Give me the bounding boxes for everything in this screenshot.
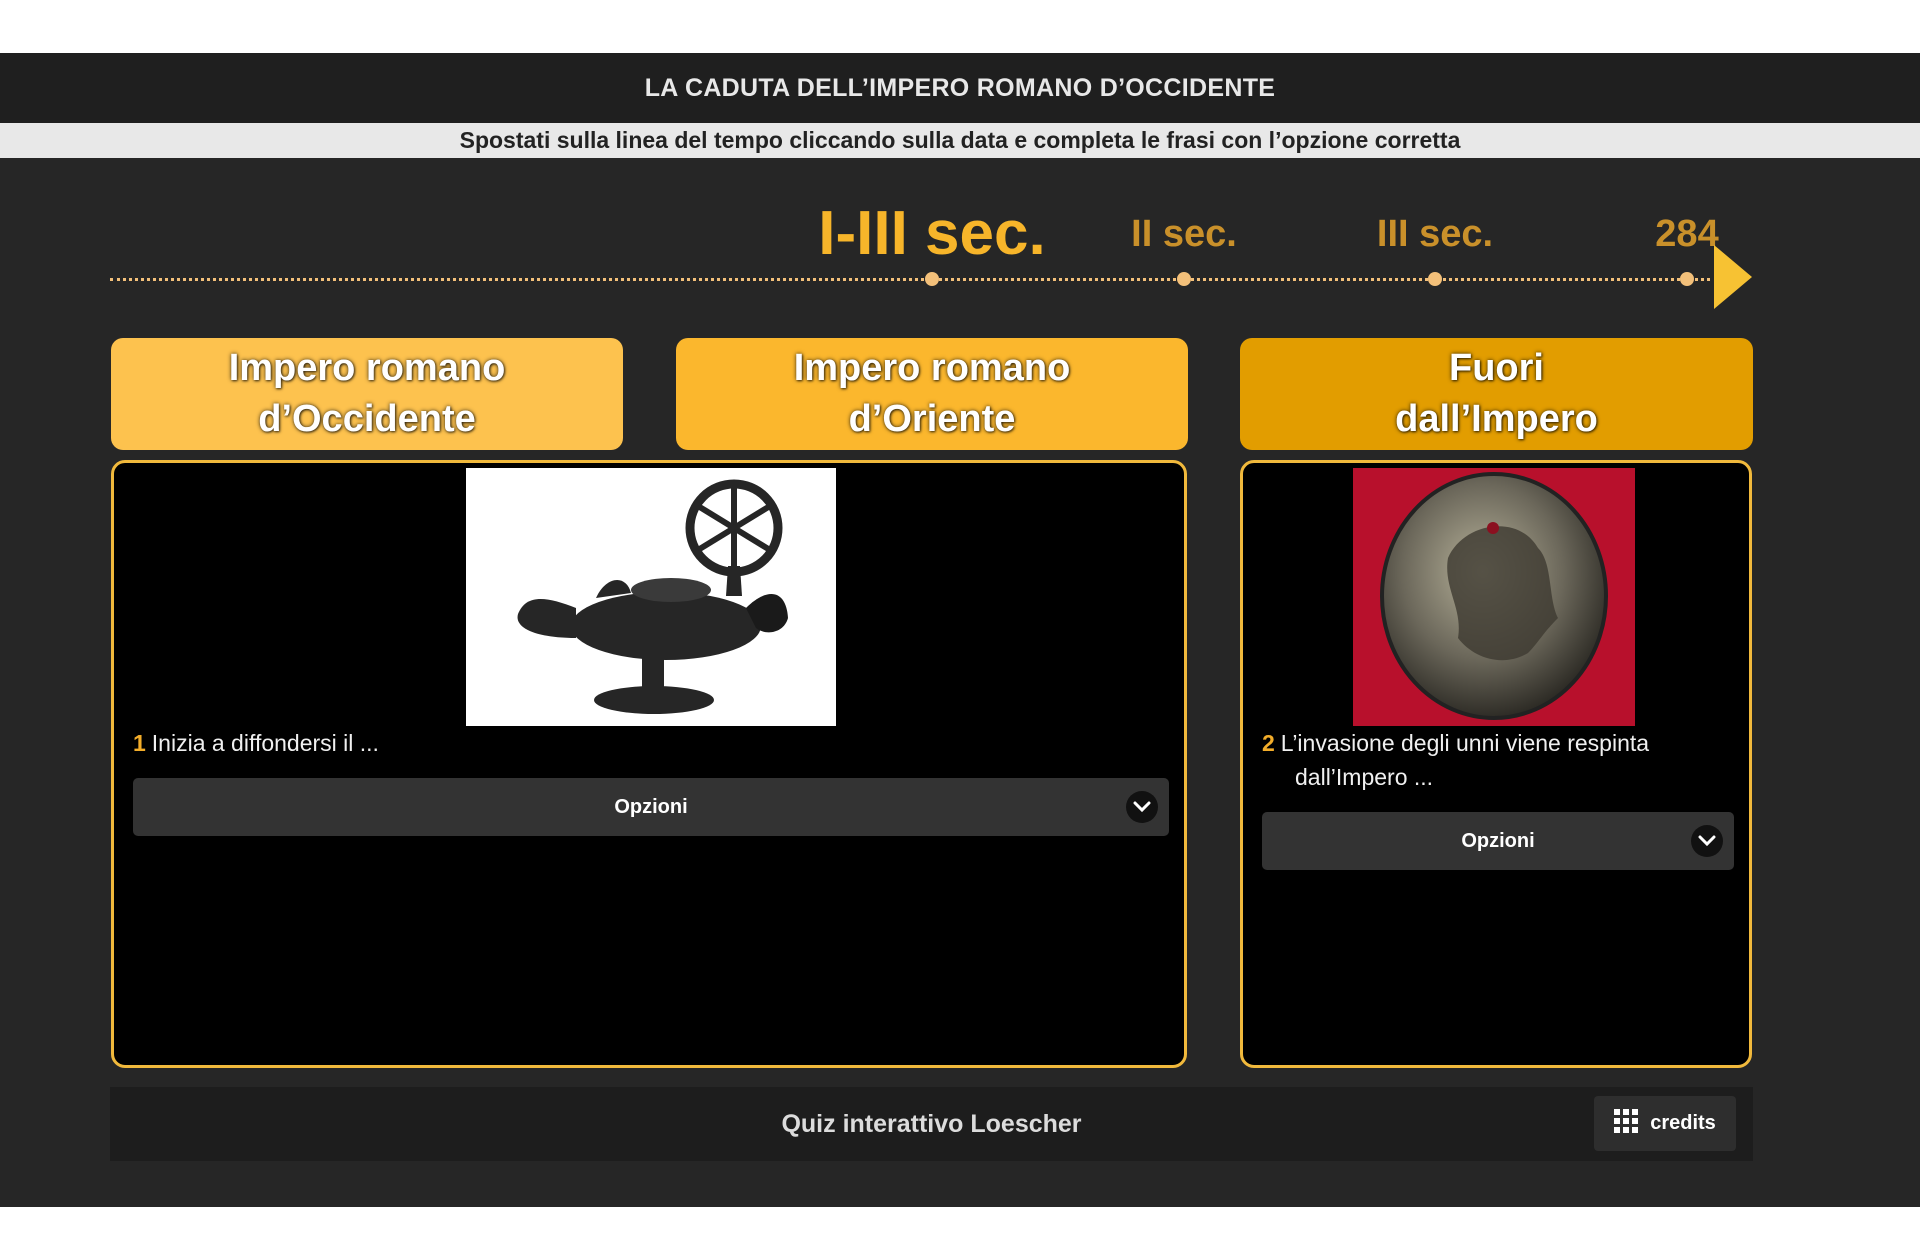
timeline-dot-active[interactable]	[925, 272, 939, 286]
question-number: 1	[133, 730, 146, 756]
question-text-continued: dall’Impero ...	[1295, 764, 1434, 790]
page-title: LA CADUTA DELL’IMPERO ROMANO D’OCCIDENTE	[0, 53, 1920, 123]
question-text: L’invasione degli unni viene respinta	[1280, 730, 1650, 756]
timeline-next-arrow-icon[interactable]	[1714, 245, 1752, 309]
chevron-down-icon[interactable]	[1126, 791, 1158, 823]
chevron-down-icon[interactable]	[1691, 825, 1723, 857]
question-number: 2	[1262, 730, 1275, 756]
oil-lamp-with-chi-rho-image	[466, 468, 836, 726]
timeline-date-284[interactable]: 284	[1655, 213, 1718, 256]
footer: Quiz interattivo Loescher credits	[110, 1087, 1753, 1161]
category-eastern-empire[interactable]: Impero romano d’Oriente	[676, 338, 1188, 450]
dropdown-label: Opzioni	[1461, 829, 1535, 852]
timeline-dot-3[interactable]	[1428, 272, 1442, 286]
timeline-date-iii-sec[interactable]: III sec.	[1377, 213, 1493, 256]
drop-zone-west-east: 1 Inizia a diffondersi il ... Opzioni	[111, 460, 1187, 1068]
attila-medallion-image	[1353, 468, 1635, 726]
quiz-app: LA CADUTA DELL’IMPERO ROMANO D’OCCIDENTE…	[0, 53, 1920, 1207]
category-outside-empire[interactable]: Fuori dall’Impero	[1240, 338, 1753, 450]
category-western-empire[interactable]: Impero romano d’Occidente	[111, 338, 623, 450]
instruction-bar: Spostati sulla linea del tempo cliccando…	[0, 123, 1920, 158]
drop-zone-outside-empire: 2 L’invasione degli unni viene respinta d…	[1240, 460, 1752, 1068]
options-dropdown-2[interactable]: Opzioni	[1262, 812, 1734, 870]
options-dropdown-1[interactable]: Opzioni	[133, 778, 1169, 836]
footer-text: Quiz interattivo Loescher	[781, 1109, 1082, 1138]
credits-label: credits	[1650, 1112, 1716, 1134]
question-text: Inizia a diffondersi il ...	[151, 730, 379, 756]
timeline: I-III sec. II sec. III sec. 284	[110, 198, 1755, 328]
credits-button[interactable]: credits	[1594, 1096, 1736, 1151]
question-2: 2 L’invasione degli unni viene respinta d…	[1262, 726, 1732, 794]
timeline-date-active[interactable]: I-III sec.	[818, 198, 1045, 269]
timeline-line	[110, 278, 1710, 281]
timeline-dot-2[interactable]	[1177, 272, 1191, 286]
grid-icon	[1614, 1108, 1639, 1139]
dropdown-label: Opzioni	[614, 795, 688, 818]
question-1: 1 Inizia a diffondersi il ...	[133, 726, 379, 760]
timeline-dot-4[interactable]	[1680, 272, 1694, 286]
timeline-date-ii-sec[interactable]: II sec.	[1131, 213, 1237, 256]
